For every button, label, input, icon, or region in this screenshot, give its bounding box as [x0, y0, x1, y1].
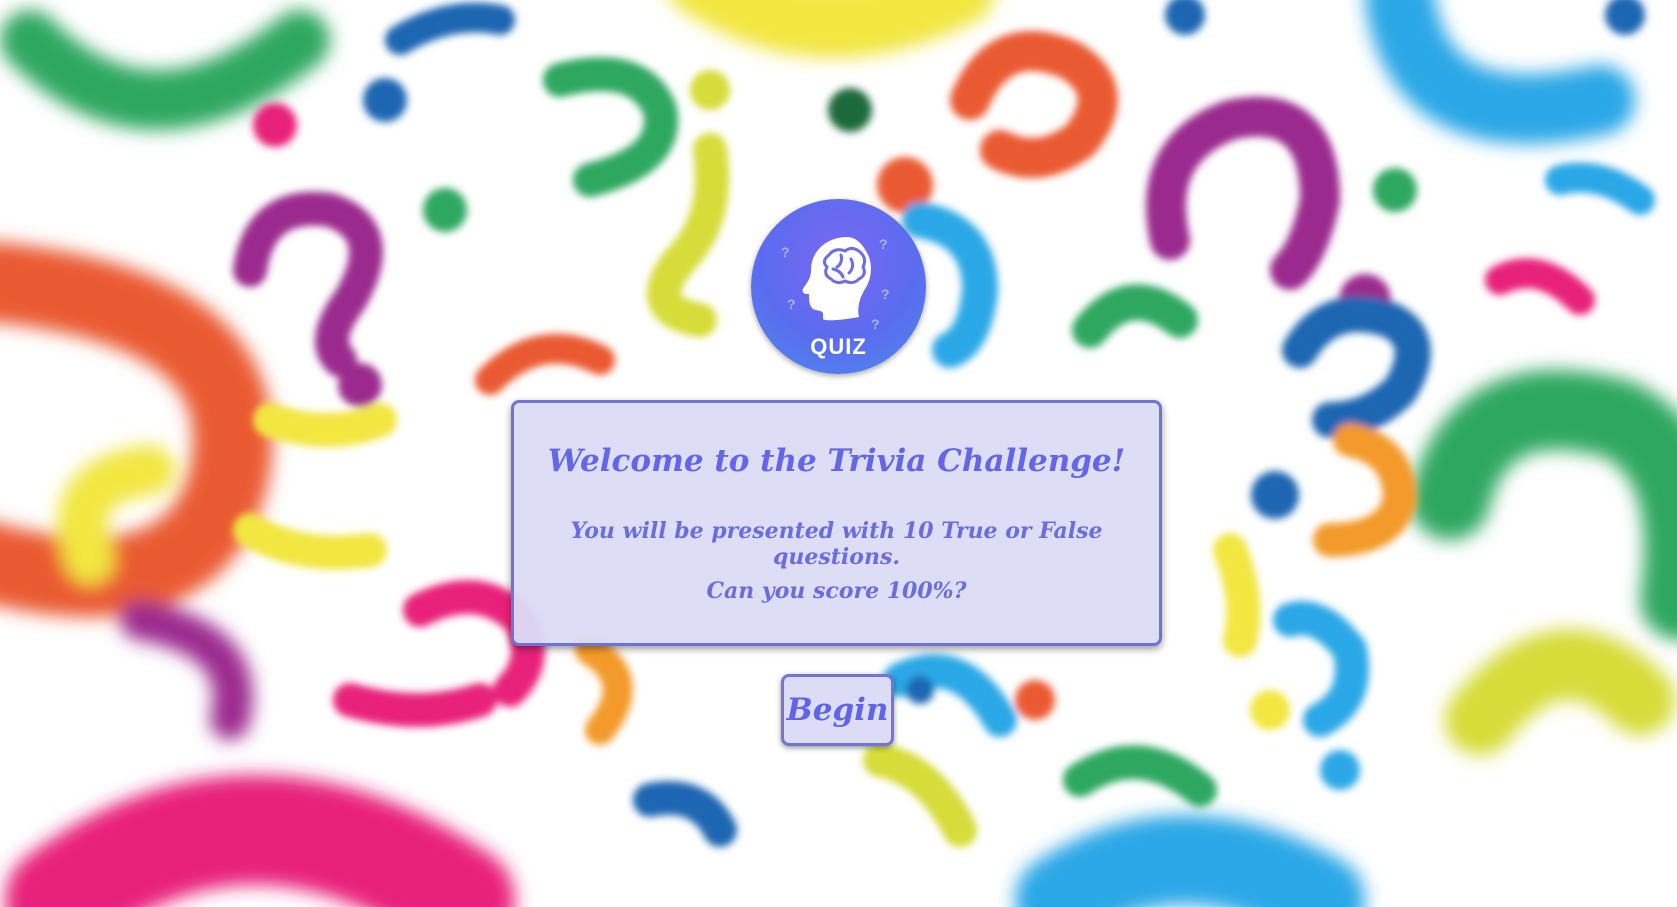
svg-text:?: ? — [787, 296, 796, 312]
begin-button[interactable]: Begin — [781, 674, 894, 746]
intro-panel: Welcome to the Trivia Challenge! You wil… — [511, 400, 1162, 646]
quiz-start-screen: ? ? ? ? ? QUIZ Welcome to the Trivia Cha… — [0, 0, 1677, 907]
svg-text:?: ? — [781, 244, 790, 260]
page-title: Welcome to the Trivia Challenge! — [547, 443, 1126, 479]
svg-text:?: ? — [871, 316, 880, 332]
intro-challenge: Can you score 100%? — [706, 578, 967, 604]
svg-text:?: ? — [881, 286, 890, 302]
svg-text:?: ? — [879, 236, 888, 252]
intro-description: You will be presented with 10 True or Fa… — [570, 518, 1103, 570]
logo-label: QUIZ — [810, 334, 867, 359]
quiz-logo: ? ? ? ? ? QUIZ — [751, 199, 926, 374]
